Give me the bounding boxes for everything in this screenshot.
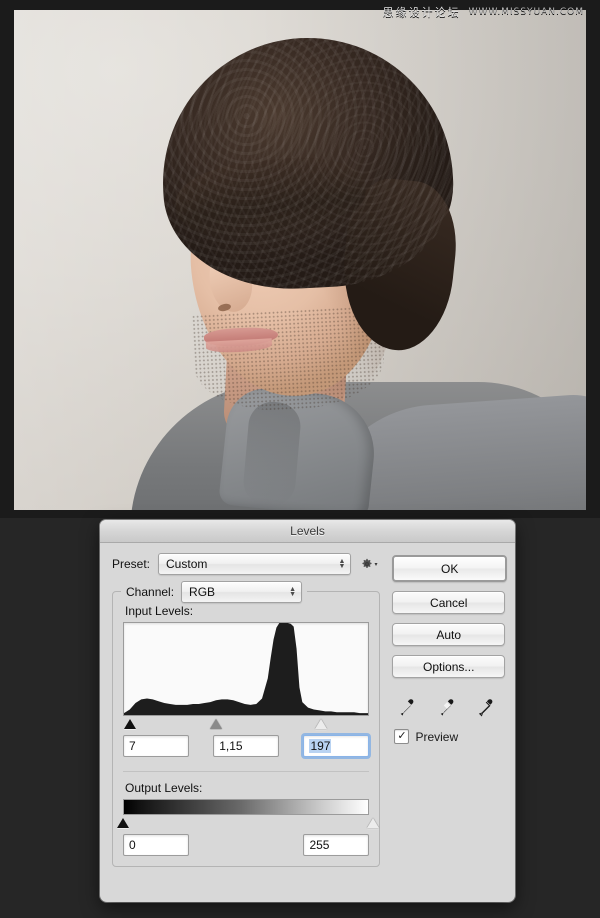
chevron-updown-icon: ▲ ▼ (289, 586, 297, 598)
levels-groupbox: Channel: RGB ▲ ▼ Input Levels: 7 1,15 19… (112, 581, 381, 867)
output-white-field[interactable]: 255 (303, 834, 370, 856)
output-level-fields: 0 255 (123, 834, 370, 856)
cancel-button-label: Cancel (430, 595, 468, 610)
preview-label: Preview (415, 729, 459, 744)
histogram (123, 622, 370, 716)
preview-checkbox-row[interactable]: ✓ Preview (392, 729, 503, 744)
eyedropper-black-icon[interactable] (396, 697, 418, 719)
options-button[interactable]: Options... (392, 655, 505, 678)
eyedropper-group (392, 687, 503, 719)
channel-dropdown[interactable]: RGB ▲ ▼ (181, 581, 303, 603)
chevron-down-icon: ▾ (374, 561, 378, 568)
watermark-en: WWW.MISSYUAN.COM (468, 7, 584, 17)
channel-row: Channel: RGB ▲ ▼ (121, 581, 308, 603)
input-levels-label: Input Levels: (125, 604, 194, 618)
screenshot-root: 思缘设计论坛 WWW.MISSYUAN.COM Levels Preset: C… (0, 0, 600, 918)
midtone-slider-handle[interactable] (209, 719, 222, 729)
watermark: 思缘设计论坛 WWW.MISSYUAN.COM (383, 4, 584, 20)
highlight-slider-handle[interactable] (314, 719, 327, 729)
histogram-plot (124, 623, 369, 715)
output-black-handle[interactable] (117, 818, 129, 828)
input-slider-track (123, 717, 369, 731)
watermark-cn: 思缘设计论坛 (382, 6, 461, 19)
portrait-photo (14, 10, 586, 510)
ok-button[interactable]: OK (392, 555, 507, 582)
shadow-input-value: 7 (129, 739, 136, 753)
midtone-input-field[interactable]: 1,15 (213, 735, 280, 757)
highlight-input-value: 197 (309, 739, 332, 753)
preset-value: Custom (166, 557, 208, 571)
output-white-handle[interactable] (367, 818, 379, 828)
shadow-input-field[interactable]: 7 (123, 735, 189, 757)
collar-shadow (241, 399, 303, 509)
gear-icon[interactable]: ▾ (358, 554, 380, 574)
output-black-value: 0 (129, 838, 136, 852)
output-levels-section: Output Levels: 0 255 (117, 771, 379, 856)
output-slider-track (117, 816, 379, 830)
highlight-input-field[interactable]: 197 (303, 735, 370, 757)
output-white-value: 255 (309, 838, 330, 852)
chevron-updown-icon: ▲ ▼ (338, 558, 346, 570)
auto-button-label: Auto (436, 627, 462, 642)
input-level-fields: 7 1,15 197 (123, 735, 370, 757)
dialog-body: Preset: Custom ▲ ▼ ▾ Channel: RGB ▲ ▼ In… (100, 543, 515, 867)
options-button-label: Options... (423, 659, 475, 674)
preset-label: Preset: (112, 557, 151, 571)
shadow-slider-handle[interactable] (124, 719, 136, 729)
dialog-right-column: OK Cancel Auto Options... ✓ Preview (380, 553, 507, 867)
levels-dialog: Levels Preset: Custom ▲ ▼ ▾ Channel: RGB… (100, 520, 515, 902)
channel-value: RGB (189, 585, 216, 599)
ok-button-label: OK (441, 561, 459, 576)
photo-frame (0, 0, 600, 518)
preset-row: Preset: Custom ▲ ▼ ▾ (112, 553, 380, 575)
check-icon: ✓ (397, 730, 407, 742)
output-levels-label: Output Levels: (125, 781, 203, 795)
dialog-title: Levels (290, 524, 325, 538)
eyedropper-white-icon[interactable] (475, 697, 497, 719)
channel-label: Channel: (126, 585, 175, 599)
preset-dropdown[interactable]: Custom ▲ ▼ (158, 553, 352, 575)
cancel-button[interactable]: Cancel (392, 591, 505, 614)
output-gradient-bar (123, 799, 370, 815)
auto-button[interactable]: Auto (392, 623, 505, 646)
preview-checkbox[interactable]: ✓ (394, 729, 410, 744)
dialog-left-column: Preset: Custom ▲ ▼ ▾ Channel: RGB ▲ ▼ In… (112, 553, 381, 867)
midtone-input-value: 1,15 (219, 739, 243, 753)
output-black-field[interactable]: 0 (123, 834, 189, 856)
dialog-titlebar[interactable]: Levels (100, 520, 515, 543)
eyedropper-gray-icon[interactable] (436, 697, 458, 719)
